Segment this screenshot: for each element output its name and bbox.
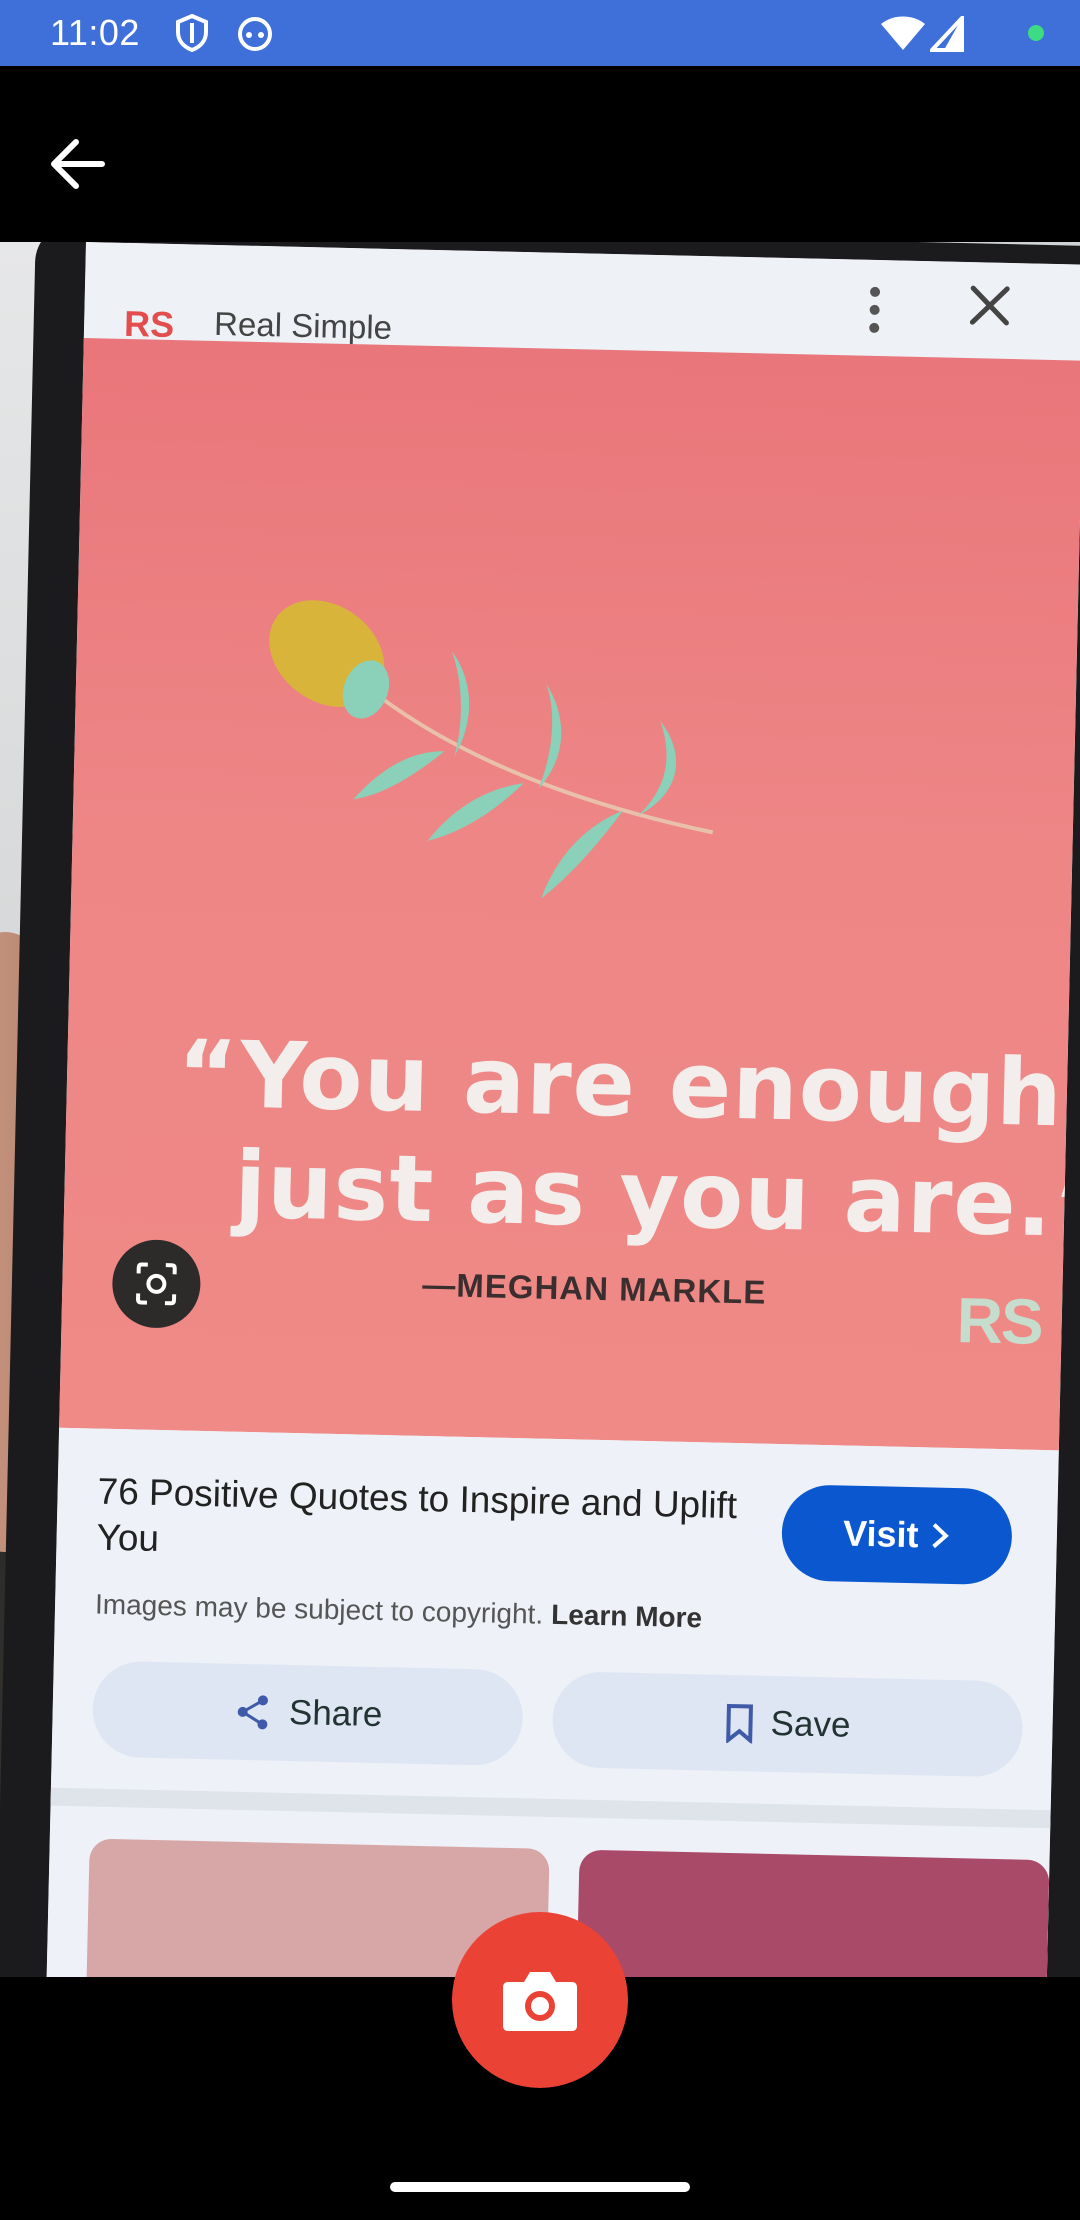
share-label: Share [288,1692,383,1735]
rs-watermark: RS [955,1284,1043,1358]
divider [50,1787,1051,1829]
back-button[interactable] [42,124,122,204]
lens-button[interactable] [111,1238,202,1329]
lens-icon [136,1262,177,1306]
result-panel: 76 Positive Quotes to Inspire and Uplift… [45,1427,1059,1977]
quote-line-1: “You are enough [175,1020,1065,1148]
green-dot-icon [1028,25,1044,41]
share-button[interactable]: Share [91,1660,524,1767]
wifi-icon [880,16,926,57]
copyright-text: Images may be subject to copyright. [94,1588,544,1630]
visit-button[interactable]: Visit [780,1484,1013,1586]
cat-icon [236,14,274,57]
quote-line-2: just as you are.” [233,1131,1080,1259]
quote-attribution: —MEGHAN MARKLE [422,1265,767,1311]
phone-screen: RS Real Simple “You are enough just as y… [45,242,1080,1977]
shield-icon [175,13,209,57]
chevron-right-icon [931,1523,949,1549]
result-title[interactable]: 76 Positive Quotes to Inspire and Uplift… [96,1469,738,1575]
quote-image: “You are enough just as you are.” —MEGHA… [59,337,1080,1451]
share-icon [237,1695,269,1730]
shutter-button[interactable] [452,1912,628,2088]
more-vertical-icon[interactable] [859,280,890,341]
visit-label: Visit [842,1512,920,1556]
camera-viewfinder: RS Real Simple “You are enough just as y… [0,242,1080,1977]
camera-icon [503,1972,577,2031]
status-time: 11:02 [50,12,140,53]
flower-illustration [269,600,714,899]
app-bar [0,66,1080,242]
signal-icon [927,12,964,57]
save-button[interactable]: Save [551,1670,1024,1778]
arrow-left-icon [51,139,105,189]
learn-more-link[interactable]: Learn More [551,1599,703,1633]
home-indicator[interactable] [390,2182,690,2192]
save-label: Save [770,1703,851,1745]
bookmark-icon [726,1703,754,1744]
close-icon[interactable] [964,280,1015,331]
copyright-notice: Images may be subject to copyright. Learn… [95,1589,703,1635]
related-thumbnail-2[interactable] [575,1849,1050,1977]
status-bar: 11:02 [0,0,1080,66]
